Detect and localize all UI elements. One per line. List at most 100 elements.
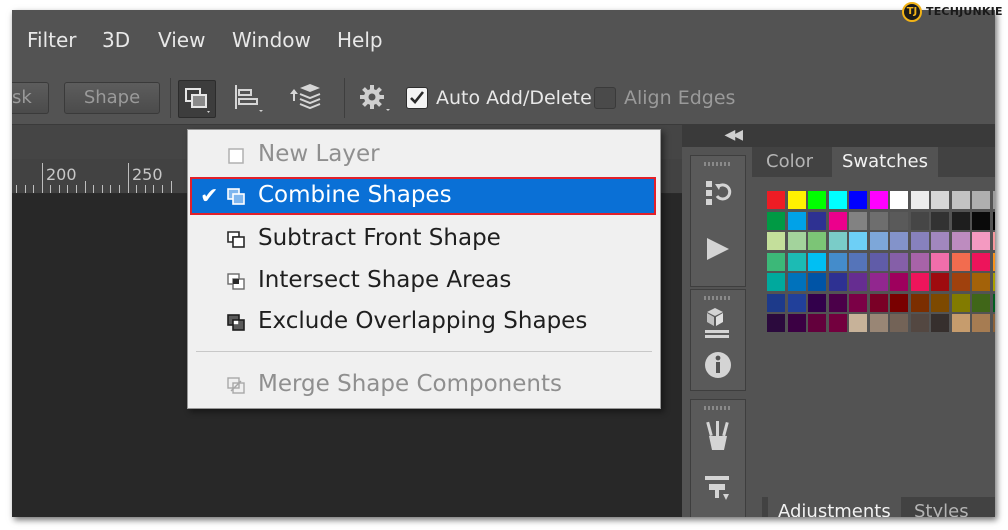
color-swatch[interactable] bbox=[972, 293, 990, 312]
color-swatch[interactable] bbox=[787, 293, 806, 312]
color-swatch[interactable] bbox=[767, 252, 785, 271]
menu-help[interactable]: Help bbox=[337, 28, 383, 52]
color-swatch[interactable] bbox=[767, 211, 785, 230]
menu-item-exclude-overlapping-shapes[interactable]: Exclude Overlapping Shapes bbox=[190, 303, 656, 341]
color-swatch[interactable] bbox=[808, 191, 826, 209]
color-swatch[interactable] bbox=[808, 252, 826, 271]
dock-grip[interactable] bbox=[704, 406, 732, 410]
color-swatch[interactable] bbox=[808, 273, 826, 291]
tab-adjustments[interactable]: Adjustments bbox=[768, 497, 901, 517]
color-swatch[interactable] bbox=[931, 273, 949, 291]
menu-view[interactable]: View bbox=[158, 28, 205, 52]
menu-window[interactable]: Window bbox=[232, 28, 311, 52]
color-swatch[interactable] bbox=[849, 252, 867, 271]
shape-button[interactable]: Shape bbox=[64, 82, 160, 114]
path-operations-button[interactable] bbox=[178, 80, 216, 118]
color-swatch[interactable] bbox=[787, 273, 806, 291]
color-swatch[interactable] bbox=[992, 314, 995, 332]
color-swatch[interactable] bbox=[808, 211, 826, 230]
color-swatch[interactable] bbox=[808, 293, 826, 312]
mask-button[interactable]: sk bbox=[12, 82, 49, 114]
color-swatch[interactable] bbox=[951, 273, 970, 291]
color-swatch[interactable] bbox=[828, 211, 847, 230]
color-swatch[interactable] bbox=[972, 273, 990, 291]
color-swatch[interactable] bbox=[828, 273, 847, 291]
menu-item-merge-shape-components[interactable]: Merge Shape Components bbox=[190, 366, 656, 404]
properties-3d-button[interactable] bbox=[703, 306, 733, 344]
color-swatch[interactable] bbox=[808, 314, 826, 332]
color-swatch[interactable] bbox=[910, 314, 929, 332]
brush-presets-button[interactable] bbox=[703, 420, 733, 458]
path-alignment-button[interactable] bbox=[230, 82, 266, 118]
color-swatch[interactable] bbox=[910, 273, 929, 291]
color-swatch[interactable] bbox=[787, 211, 806, 230]
dock-grip[interactable] bbox=[704, 296, 732, 300]
color-swatch[interactable] bbox=[890, 232, 908, 250]
color-swatch[interactable] bbox=[849, 191, 867, 209]
menu-item-combine-shapes[interactable]: ✔ Combine Shapes bbox=[190, 177, 656, 215]
color-swatch[interactable] bbox=[890, 252, 908, 271]
color-swatch[interactable] bbox=[992, 211, 995, 230]
color-swatch[interactable] bbox=[910, 252, 929, 271]
align-edges-checkbox[interactable] bbox=[594, 87, 616, 109]
color-swatch[interactable] bbox=[828, 252, 847, 271]
path-arrangement-button[interactable] bbox=[284, 80, 324, 118]
color-swatch[interactable] bbox=[767, 273, 785, 291]
color-swatch[interactable] bbox=[910, 232, 929, 250]
menu-filter[interactable]: Filter bbox=[27, 28, 77, 52]
color-swatch[interactable] bbox=[972, 252, 990, 271]
color-swatch[interactable] bbox=[890, 191, 908, 209]
color-swatch[interactable] bbox=[931, 293, 949, 312]
color-swatch[interactable] bbox=[972, 211, 990, 230]
color-swatch[interactable] bbox=[951, 211, 970, 230]
color-swatch[interactable] bbox=[992, 232, 995, 250]
auto-add-delete-checkbox[interactable] bbox=[406, 87, 428, 109]
color-swatch[interactable] bbox=[972, 232, 990, 250]
color-swatch[interactable] bbox=[890, 293, 908, 312]
color-swatch[interactable] bbox=[869, 273, 888, 291]
color-swatch[interactable] bbox=[869, 252, 888, 271]
menu-item-new-layer[interactable]: New Layer bbox=[190, 136, 656, 174]
color-swatch[interactable] bbox=[767, 314, 785, 332]
color-swatch[interactable] bbox=[869, 314, 888, 332]
color-swatch[interactable] bbox=[808, 232, 826, 250]
color-swatch[interactable] bbox=[890, 211, 908, 230]
color-swatch[interactable] bbox=[931, 211, 949, 230]
color-swatch[interactable] bbox=[951, 293, 970, 312]
color-swatch[interactable] bbox=[828, 293, 847, 312]
color-swatch[interactable] bbox=[849, 314, 867, 332]
color-swatch[interactable] bbox=[828, 314, 847, 332]
color-swatch[interactable] bbox=[787, 314, 806, 332]
color-swatch[interactable] bbox=[869, 211, 888, 230]
tab-swatches[interactable]: Swatches bbox=[832, 147, 938, 177]
color-swatch[interactable] bbox=[972, 191, 990, 209]
color-swatch[interactable] bbox=[869, 191, 888, 209]
color-swatch[interactable] bbox=[910, 211, 929, 230]
color-swatch[interactable] bbox=[828, 191, 847, 209]
color-swatch[interactable] bbox=[951, 314, 970, 332]
color-swatch[interactable] bbox=[890, 273, 908, 291]
color-swatch[interactable] bbox=[828, 232, 847, 250]
color-swatch[interactable] bbox=[767, 232, 785, 250]
tab-color[interactable]: Color bbox=[756, 147, 823, 177]
menu-item-intersect-shape-areas[interactable]: Intersect Shape Areas bbox=[190, 262, 656, 300]
menu-3d[interactable]: 3D bbox=[102, 28, 130, 52]
color-swatch[interactable] bbox=[767, 293, 785, 312]
color-swatch[interactable] bbox=[849, 232, 867, 250]
settings-button[interactable] bbox=[356, 82, 396, 118]
tool-presets-button[interactable] bbox=[703, 472, 733, 510]
tab-styles[interactable]: Styles bbox=[904, 497, 979, 517]
info-button[interactable] bbox=[703, 350, 733, 384]
color-swatch[interactable] bbox=[992, 252, 995, 271]
color-swatch[interactable] bbox=[992, 191, 995, 209]
menu-item-subtract-front-shape[interactable]: Subtract Front Shape bbox=[190, 220, 656, 258]
color-swatch[interactable] bbox=[931, 191, 949, 209]
dock-grip[interactable] bbox=[704, 162, 732, 166]
color-swatch[interactable] bbox=[992, 273, 995, 291]
color-swatch[interactable] bbox=[951, 252, 970, 271]
color-swatch[interactable] bbox=[849, 211, 867, 230]
color-swatch[interactable] bbox=[849, 293, 867, 312]
color-swatch[interactable] bbox=[849, 273, 867, 291]
collapse-panels-icon[interactable]: ◀◀ bbox=[724, 127, 742, 143]
color-swatch[interactable] bbox=[869, 293, 888, 312]
